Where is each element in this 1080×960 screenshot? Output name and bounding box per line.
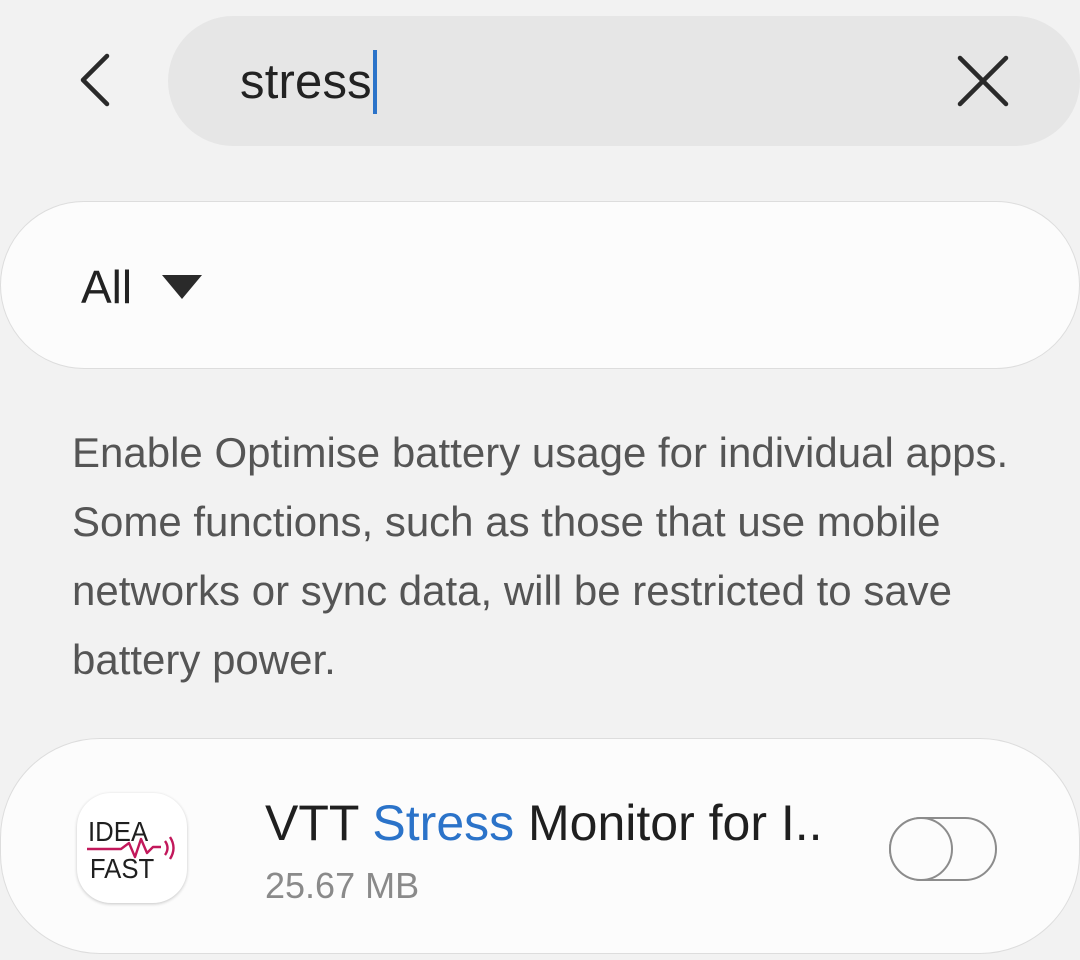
optimise-toggle[interactable]: [889, 817, 997, 881]
filter-card: All: [0, 201, 1080, 369]
text-caret: [372, 50, 377, 114]
caret-down-icon: [162, 275, 203, 299]
search-bar[interactable]: stress: [168, 16, 1080, 146]
app-size: 25.67 MB: [265, 865, 420, 906]
app-name: VTT Stress Monitor for I..: [265, 791, 875, 855]
app-name-suffix: Monitor for I..: [514, 795, 823, 851]
app-logo-icon: IDEA FAST: [77, 793, 187, 903]
battery-optimisation-description: Enable Optimise battery usage for indivi…: [72, 429, 1009, 683]
close-icon: [957, 55, 1009, 112]
app-name-prefix: VTT: [265, 795, 373, 851]
filter-selected-label: All: [81, 261, 133, 313]
search-query: stress: [240, 55, 372, 109]
toggle-knob: [889, 817, 953, 881]
app-list-item[interactable]: IDEA FAST VTT Stress Monitor for I.. 25.…: [0, 738, 1080, 954]
search-input[interactable]: stress: [240, 50, 377, 114]
back-button[interactable]: [60, 40, 130, 124]
app-name-search-highlight: Stress: [372, 795, 515, 851]
clear-search-button[interactable]: [948, 48, 1018, 118]
chevron-left-icon: [78, 53, 112, 112]
filter-dropdown[interactable]: All: [81, 252, 203, 322]
app-logo-text-line2: FAST: [90, 853, 154, 884]
